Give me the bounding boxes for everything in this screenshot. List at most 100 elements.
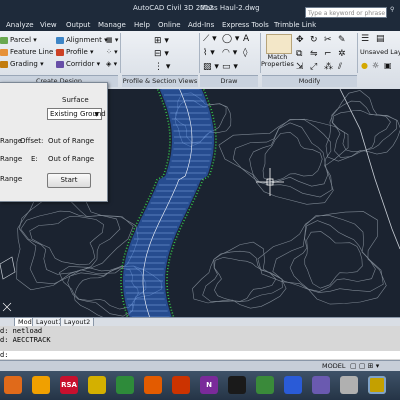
draw-panel-label[interactable]: Draw [200,75,258,87]
corridor-tool[interactable]: Corridor ▾ [56,60,100,68]
ribbon-separator [120,33,121,73]
tool-assembly-icon[interactable]: ◈ ▾ [106,60,117,68]
taskbar-pdf-icon[interactable] [144,376,162,394]
match-properties-icon[interactable] [266,34,292,54]
taskbar-firefox-icon[interactable] [4,376,22,394]
feature-line-tool[interactable]: Feature Line ▾ [0,48,59,56]
menu-view[interactable]: View [40,21,57,29]
menu-trimble-link[interactable]: Trimble Link [274,21,316,29]
surface-select[interactable]: Existing Ground ▼ [47,108,106,120]
erase-icon[interactable]: ✎ [338,35,346,45]
taskbar-excel-2-icon[interactable] [256,376,274,394]
contour-line [29,216,104,266]
sun-icon[interactable]: ☼ [372,61,379,70]
trim-icon[interactable]: ✂ [324,35,332,45]
boundary-line [0,256,16,280]
contour-line [214,257,277,302]
copy-icon[interactable]: ⧉ [296,49,302,59]
ribbon-separator [357,33,358,73]
profile-view-icon[interactable]: ⊞ ▾ [154,36,169,46]
arc-icon[interactable]: ◠ ▾ [222,48,237,58]
sample-lines-icon[interactable]: ⋮ ▾ [154,62,170,72]
e-value: Out of Range [48,155,95,163]
parcel-tool[interactable]: Parcel ▾ [0,36,37,44]
ribbon-separator [199,33,200,73]
scale-icon[interactable]: ⤢ [310,62,317,72]
profile-section-views-label[interactable]: Profile & Section Views [122,75,198,87]
menu-help[interactable]: Help [134,21,150,29]
profile-tool[interactable]: Profile ▾ [56,48,94,56]
e-label: E: [31,155,38,163]
menu-express-tools[interactable]: Express Tools [222,21,269,29]
line-icon[interactable]: ⟋ ▾ [203,34,217,44]
tool-grid-icon[interactable]: ▦ ▾ [106,36,118,44]
parcel-icon [0,36,8,44]
grading-tool[interactable]: Grading ▾ [0,60,44,68]
move-icon[interactable]: ✥ [296,35,304,45]
ucs-icon [2,302,12,312]
array-icon[interactable]: ⁂ [324,62,333,72]
menu-add-ins[interactable]: Add-Ins [188,21,214,29]
taskbar-autocad-icon[interactable] [368,376,386,394]
lock-icon[interactable]: ▣ [384,61,392,70]
contour-line [18,196,134,285]
layer-state-icon[interactable]: ▤ [376,34,385,44]
contour-line [20,210,121,275]
start-button[interactable]: Start [47,173,91,188]
hatch-icon[interactable]: ▨ ▾ [203,62,219,72]
taskbar-network-icon[interactable] [284,376,302,394]
chevron-down-icon: ▼ [94,111,99,118]
modify-panel-label[interactable]: Modify [262,75,357,87]
offset-icon[interactable]: ⫽ [338,62,342,72]
taskbar-excel-icon[interactable] [116,376,134,394]
match-properties-button[interactable]: Match Properties [261,54,294,68]
search-input[interactable]: Type a keyword or phrase [305,7,387,18]
alignment-icon [56,36,64,44]
text-icon[interactable]: A [243,34,249,44]
mirror-icon[interactable]: ⇋ [310,49,318,59]
contour-line [304,231,363,289]
tool-points-icon[interactable]: ⁘ ▾ [106,48,118,56]
feature-line-icon [0,48,8,56]
binoculars-icon[interactable]: ⚲ [390,6,394,13]
command-input[interactable]: d: [0,351,400,359]
taskbar-civil-tool-icon[interactable] [88,376,106,394]
taskbar-onenote-icon[interactable]: N [200,376,218,394]
polyline-icon[interactable]: ⌇ ▾ [203,48,215,58]
title-bar: AutoCAD Civil 3D 2012 Mass Haul-2.dwg Ty… [0,0,400,20]
boundary-line [339,89,400,250]
rotate-icon[interactable]: ↻ [310,35,318,45]
menu-output[interactable]: Output [66,21,90,29]
alignment-tool[interactable]: Alignment ▾ [56,36,108,44]
menu-online[interactable]: Online [158,21,181,29]
lightbulb-icon[interactable]: ● [361,61,368,70]
taskbar-terminal-icon[interactable] [228,376,246,394]
taskbar-explorer-icon[interactable] [32,376,50,394]
contour-line [202,250,283,303]
surface-label: Surface [62,96,89,104]
layer-properties-icon[interactable]: ☰ [361,34,369,44]
range-label-3: Range [0,175,23,183]
fillet-icon[interactable]: ⌐ [324,49,332,59]
menu-manage[interactable]: Manage [98,21,126,29]
region-icon[interactable]: ◊ [243,48,247,58]
taskbar-viewer-icon[interactable] [340,376,358,394]
taskbar-visual-studio-icon[interactable] [312,376,330,394]
offset-value: Out of Range [48,137,95,145]
rectangle-icon[interactable]: ▭ ▾ [222,62,238,72]
model-space-button[interactable]: MODEL [322,362,345,370]
command-line[interactable]: d: netload d: AECCTRACK d: [0,326,400,360]
taskbar-antivirus-icon[interactable] [172,376,190,394]
corridor-model [120,89,217,317]
circle-icon[interactable]: ◯ ▾ [222,34,239,44]
track-dialog: Surface Existing Ground ▼ Range Offset: O… [0,82,108,202]
explode-icon[interactable]: ✲ [338,49,346,59]
taskbar: RSA N [0,371,400,400]
section-view-icon[interactable]: ⊟ ▾ [154,49,169,59]
stretch-icon[interactable]: ⇲ [296,62,304,72]
layer-state-dropdown[interactable]: Unsaved Laye [360,48,400,56]
range-label-2: Range [0,155,23,163]
menu-analyze[interactable]: Analyze [6,21,34,29]
status-icons[interactable]: ▢ ▢ ⊞ ▾ [350,362,379,370]
taskbar-rsa-icon[interactable]: RSA [60,376,78,394]
